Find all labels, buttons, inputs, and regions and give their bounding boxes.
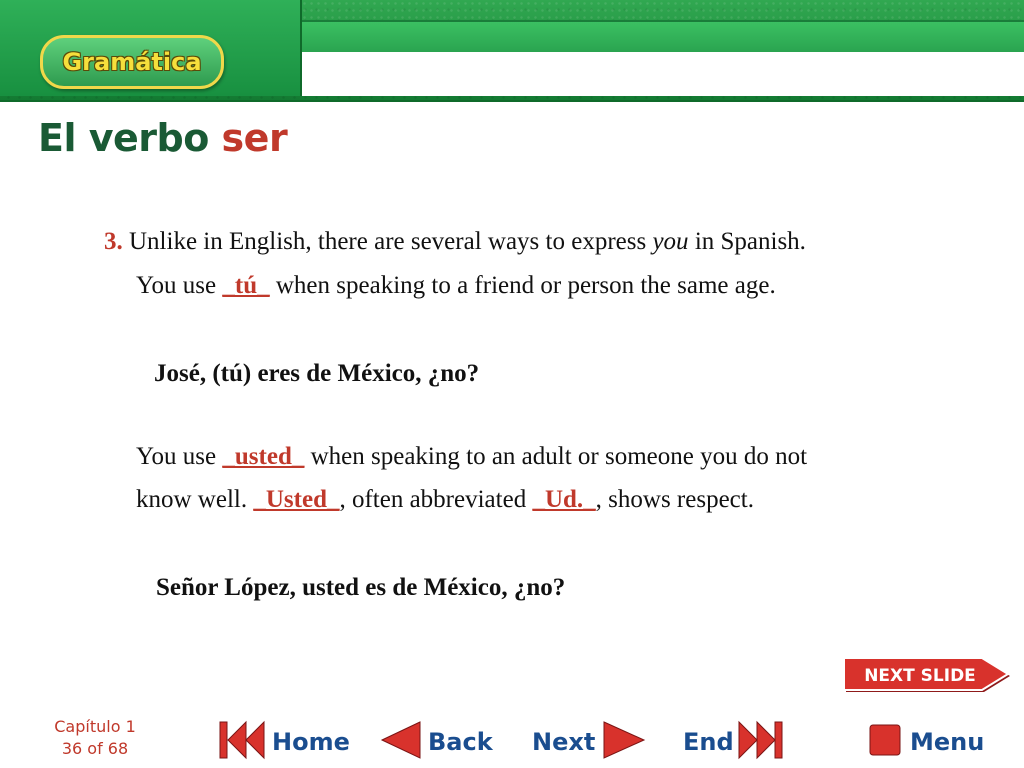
title-part1: El verbo [38,116,209,160]
section-tab: Gramática [0,0,302,96]
answer-blank-tu: _tú_ [222,272,270,299]
home-button[interactable]: Home [218,718,358,762]
content-line-3: You use _usted_ when speaking to an adul… [136,443,808,470]
square-stop-icon [869,724,901,756]
chapter-label: Capítulo 1 [54,717,136,736]
back-label: Back [428,728,494,756]
menu-button[interactable]: Menu [868,718,992,762]
answer-blank-Usted: _Usted_ [253,486,340,513]
chapter-indicator: Capítulo 1 36 of 68 [40,716,150,760]
end-label: End [683,728,734,756]
slide-title: El verbo ser [38,116,288,160]
left-arrow-icon [380,721,421,759]
example-sentence-1: José, (tú) eres de México, ¿no? [154,360,480,387]
header-stripe [300,20,1024,54]
title-part2: ser [221,116,288,160]
home-label: Home [272,728,350,756]
section-label-pill: Gramática [40,35,224,89]
back-button[interactable]: Back [378,718,498,762]
next-button[interactable]: Next [530,718,650,762]
page-counter: 36 of 68 [61,739,129,758]
section-label: Gramática [62,48,202,76]
next-slide-label: NEXT SLIDE [864,666,976,686]
end-button[interactable]: End [683,718,793,762]
double-left-arrow-icon [219,720,265,760]
answer-blank-Ud: _Ud._ [532,486,596,513]
content-line-1: 3. Unlike in English, there are several … [104,228,806,255]
content-line-2: You use _tú_ when speaking to a friend o… [136,272,776,299]
emphasis-you: you [652,228,689,255]
next-label: Next [532,728,595,756]
content-line-4: know well. _Usted_, often abbreviated _U… [136,486,754,513]
answer-blank-usted: _usted_ [222,443,305,470]
example-sentence-2: Señor López, usted es de México, ¿no? [156,574,566,601]
menu-label: Menu [910,728,984,756]
point-number: 3. [104,228,123,255]
double-right-arrow-icon [738,720,783,760]
right-arrow-icon [603,721,646,759]
next-slide-button[interactable]: NEXT SLIDE [842,654,1012,694]
